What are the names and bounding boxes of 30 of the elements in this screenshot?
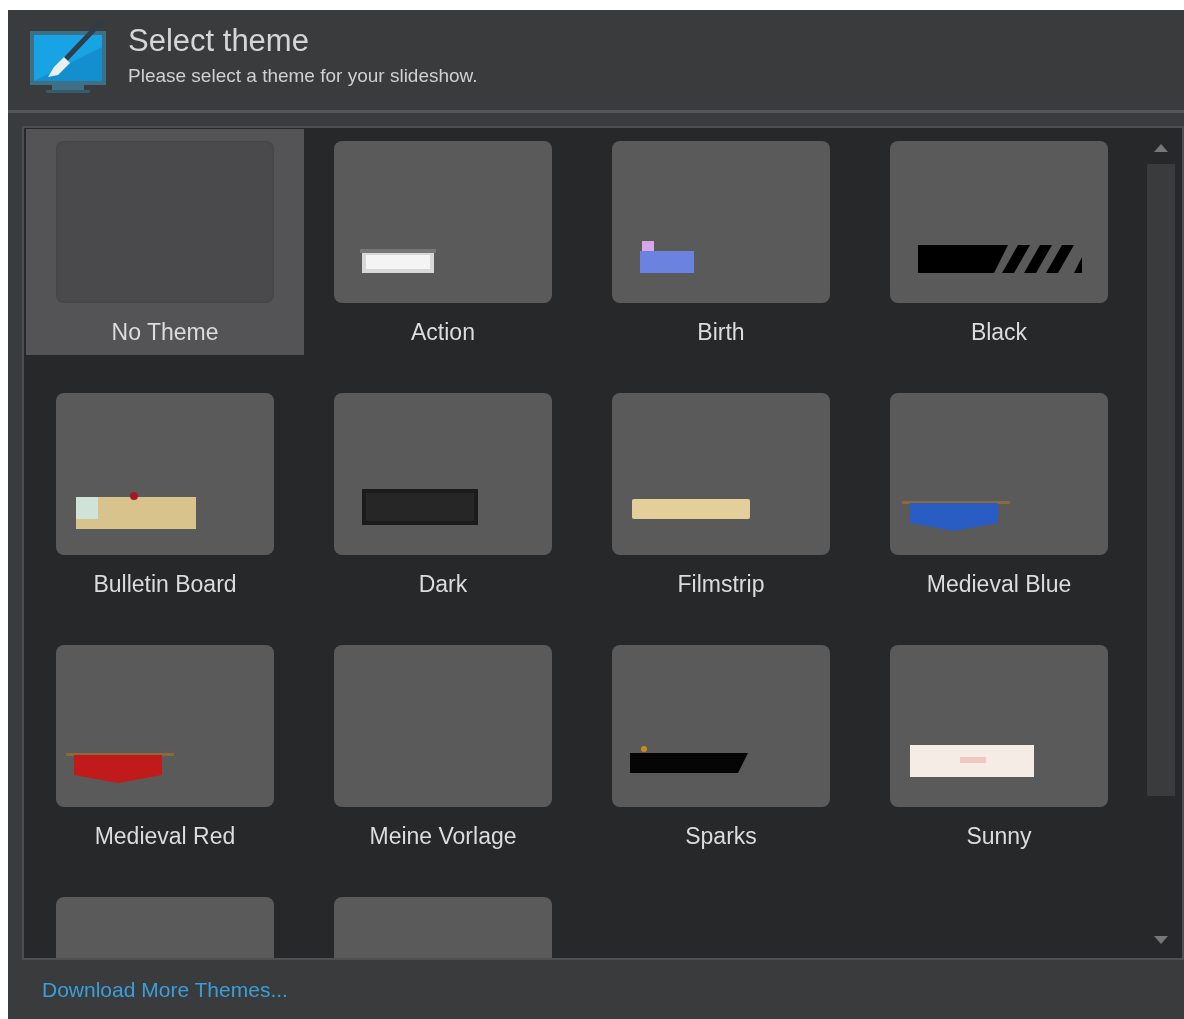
theme-item[interactable]: Action xyxy=(304,129,582,355)
theme-item[interactable]: Medieval Blue xyxy=(860,381,1138,607)
title-banner-drawing xyxy=(640,241,694,275)
theme-name: No Theme xyxy=(111,319,219,346)
theme-name: Action xyxy=(411,319,475,346)
theme-item[interactable]: Black xyxy=(860,129,1138,355)
theme-name: Sparks xyxy=(685,823,757,850)
theme-item[interactable]: Sparks xyxy=(582,633,860,859)
theme-name: Meine Vorlage xyxy=(369,823,517,850)
theme-name: Medieval Blue xyxy=(926,571,1072,598)
dialog-subtitle: Please select a theme for your slideshow. xyxy=(128,65,478,87)
theme-name: Sunny xyxy=(966,823,1032,850)
theme-item[interactable]: Dark xyxy=(304,381,582,607)
theme-name: Birth xyxy=(697,319,745,346)
theme-item[interactable]: Birth xyxy=(582,129,860,355)
theme-item[interactable]: Filmstrip xyxy=(582,381,860,607)
theme-item[interactable]: No Theme xyxy=(26,129,304,355)
theme-name: Medieval Red xyxy=(94,823,236,850)
download-more-themes-link[interactable]: Download More Themes... xyxy=(42,977,288,1002)
theme-item[interactable]: Meine Vorlage xyxy=(304,633,582,859)
scroll-down-icon[interactable] xyxy=(1154,936,1168,944)
theme-item[interactable]: Sunny xyxy=(860,633,1138,859)
theme-name: Black xyxy=(970,319,1028,346)
theme-item[interactable]: Bulletin Board xyxy=(26,381,304,607)
theme-name: Filmstrip xyxy=(677,571,765,598)
theme-name: Bulletin Board xyxy=(93,571,237,598)
theme-item[interactable]: Medieval Red xyxy=(26,633,304,859)
theme-name: Dark xyxy=(418,571,468,598)
scroll-up-icon[interactable] xyxy=(1154,144,1168,152)
dialog-title: Select theme xyxy=(128,23,310,59)
